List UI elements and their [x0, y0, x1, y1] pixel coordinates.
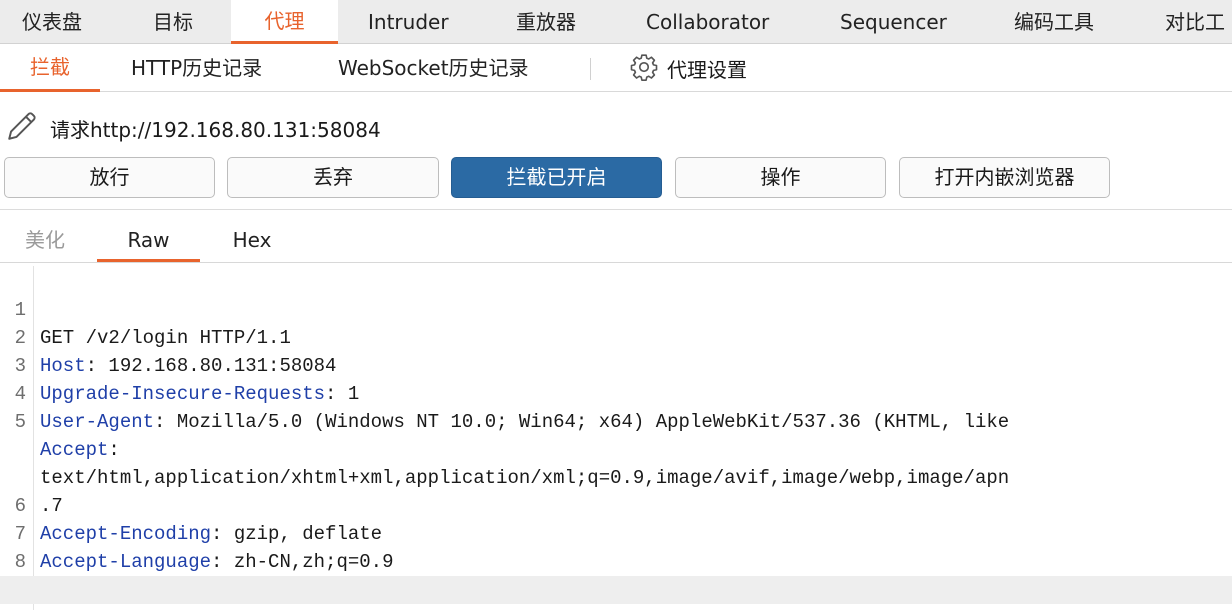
editor-line: 5 Accept: [0, 380, 1232, 461]
tab-sequencer[interactable]: Sequencer [840, 0, 947, 44]
proxy-settings-label: 代理设置 [667, 58, 747, 82]
drop-button[interactable]: 丢弃 [227, 157, 439, 198]
intercept-toggle-button[interactable]: 拦截已开启 [451, 157, 662, 198]
top-tab-bar: 仪表盘 目标 代理 Intruder 重放器 Collaborator Sequ… [0, 0, 1232, 44]
editor-line-current: 10 [0, 576, 1232, 610]
editor-line-wrapped: text/html,application/xhtml+xml,applicat… [0, 408, 1232, 489]
request-editor[interactable]: 1 GET /v2/login HTTP/1.1 2 Host: 192.168… [0, 266, 1232, 610]
tab-dashboard[interactable]: 仪表盘 [22, 0, 82, 44]
request-target-label: 请求http://192.168.80.131:58084 [50, 117, 381, 142]
editor-line-wrapped: .7 [0, 436, 1232, 517]
editor-line: 3 Upgrade-Insecure-Requests: 1 [0, 324, 1232, 405]
tab-comparer[interactable]: 对比工 [1165, 0, 1225, 44]
tab-collaborator[interactable]: Collaborator [646, 0, 769, 44]
editor-line: 8 Connection: close [0, 520, 1232, 601]
sub-tab-bar: 拦截 HTTP历史记录 WebSocket历史记录 [0, 45, 1232, 92]
subtab-intercept[interactable]: 拦截 [0, 45, 100, 92]
toolbar-divider [0, 209, 1232, 210]
pencil-icon[interactable] [4, 108, 40, 148]
editor-line: 1 GET /v2/login HTTP/1.1 [0, 268, 1232, 349]
proxy-settings-button[interactable]: 代理设置 [629, 45, 747, 92]
tab-repeater[interactable]: 重放器 [516, 0, 576, 44]
view-tab-divider [0, 262, 1232, 263]
editor-line: 6 Accept-Encoding: gzip, deflate [0, 464, 1232, 545]
forward-button[interactable]: 放行 [4, 157, 215, 198]
editor-line: 7 Accept-Language: zh-CN,zh;q=0.9 [0, 492, 1232, 573]
editor-line: 9 [0, 548, 1232, 601]
subtab-http-history[interactable]: HTTP历史记录 [131, 45, 262, 92]
action-button[interactable]: 操作 [675, 157, 886, 198]
tab-intruder[interactable]: Intruder [368, 0, 449, 44]
view-tab-hex[interactable]: Hex [212, 222, 292, 262]
open-browser-button[interactable]: 打开内嵌浏览器 [899, 157, 1110, 198]
view-tab-raw[interactable]: Raw [97, 222, 200, 262]
editor-line: 4 User-Agent: Mozilla/5.0 (Windows NT 10… [0, 352, 1232, 433]
tab-target[interactable]: 目标 [153, 0, 193, 44]
gear-icon [629, 52, 659, 86]
line-number: 10 [0, 604, 26, 610]
sub-tab-divider [590, 58, 591, 80]
subtab-websocket-history[interactable]: WebSocket历史记录 [338, 45, 529, 92]
editor-line: 2 Host: 192.168.80.131:58084 [0, 296, 1232, 377]
tab-proxy[interactable]: 代理 [231, 0, 338, 44]
tab-decoder[interactable]: 编码工具 [1014, 0, 1094, 44]
request-target-row: 请求http://192.168.80.131:58084 [4, 108, 381, 148]
view-tab-pretty[interactable]: 美化 [4, 222, 86, 262]
